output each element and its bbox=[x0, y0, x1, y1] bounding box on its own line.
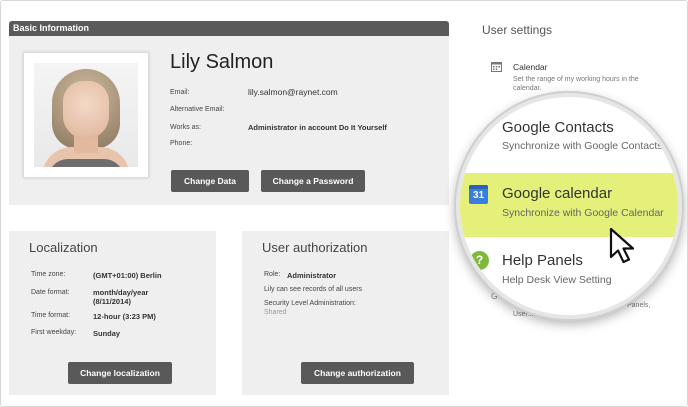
records-visibility-text: Lily can see records of all users bbox=[264, 286, 363, 293]
google-contacts-desc: Synchronize with Google Contacts bbox=[502, 140, 663, 152]
alternative-email-label: Alternative Email: bbox=[170, 106, 225, 113]
google-contacts-title[interactable]: Google Contacts bbox=[502, 119, 614, 136]
time-zone-value: (GMT+01:00) Berlin bbox=[93, 271, 162, 280]
localization-panel: Localization Time zone: (GMT+01:00) Berl… bbox=[9, 231, 216, 395]
change-password-button[interactable]: Change a Password bbox=[261, 170, 365, 192]
time-format-value: 12-hour (3:23 PM) bbox=[93, 312, 156, 321]
user-settings-title: User settings bbox=[482, 23, 553, 37]
phone-label: Phone: bbox=[170, 140, 193, 147]
panel-header: Basic Information bbox=[9, 21, 449, 36]
date-format-label: Date format: bbox=[31, 289, 70, 296]
change-localization-button[interactable]: Change localization bbox=[68, 362, 172, 384]
app-window: Basic Information Lily Salmon Email: lil… bbox=[0, 0, 688, 407]
google-calendar-desc: Synchronize with Google Calendar bbox=[502, 207, 664, 219]
email-label: Email: bbox=[170, 89, 190, 96]
help-panels-title[interactable]: Help Panels bbox=[502, 252, 583, 269]
google-calendar-icon: 31 bbox=[469, 185, 488, 204]
time-zone-label: Time zone: bbox=[31, 271, 66, 278]
profile-photo-frame bbox=[23, 52, 149, 178]
google-calendar-title[interactable]: Google calendar bbox=[502, 185, 612, 202]
time-format-label: Time format: bbox=[31, 312, 71, 319]
calendar-setting-desc-line1: Set the range of my working hours in the bbox=[513, 76, 639, 83]
behind-panels-text: Panels, bbox=[627, 302, 651, 309]
localization-title: Localization bbox=[29, 240, 98, 255]
works-as-value: Administrator in account Do It Yourself bbox=[248, 123, 387, 132]
change-data-button[interactable]: Change Data bbox=[171, 170, 249, 192]
user-authorization-panel: User authorization Role: Administrator L… bbox=[242, 231, 449, 395]
security-level-label: Security Level Administration: bbox=[264, 300, 356, 307]
authorization-title: User authorization bbox=[262, 240, 368, 255]
help-panels-desc: Help Desk View Setting bbox=[502, 274, 612, 286]
change-authorization-button[interactable]: Change authorization bbox=[301, 362, 414, 384]
first-weekday-value: Sunday bbox=[93, 329, 121, 338]
google-calendar-row-highlight[interactable] bbox=[460, 173, 678, 237]
calendar-icon bbox=[491, 62, 502, 72]
role-label: Role: bbox=[264, 271, 281, 278]
works-as-label: Works as: bbox=[170, 124, 201, 131]
security-level-value: Shared bbox=[264, 309, 287, 316]
first-weekday-label: First weekday: bbox=[31, 329, 77, 336]
magnifier-lens: Google Contacts Synchronize with Google … bbox=[456, 93, 682, 319]
profile-photo bbox=[34, 63, 138, 167]
date-format-value: month/day/year bbox=[93, 288, 149, 297]
basic-information-panel: Basic Information Lily Salmon Email: lil… bbox=[9, 21, 449, 205]
mouse-pointer-icon bbox=[609, 227, 635, 264]
email-value: lily.salmon@raynet.com bbox=[248, 87, 338, 97]
calendar-setting-desc-line2: calendar. bbox=[513, 85, 542, 92]
date-format-example: (8/11/2014) bbox=[93, 297, 131, 306]
help-icon: ? bbox=[470, 251, 489, 270]
google-contacts-icon bbox=[460, 123, 468, 137]
calendar-setting-title[interactable]: Calendar bbox=[513, 62, 548, 72]
role-value: Administrator bbox=[287, 271, 337, 280]
user-name: Lily Salmon bbox=[170, 51, 274, 73]
